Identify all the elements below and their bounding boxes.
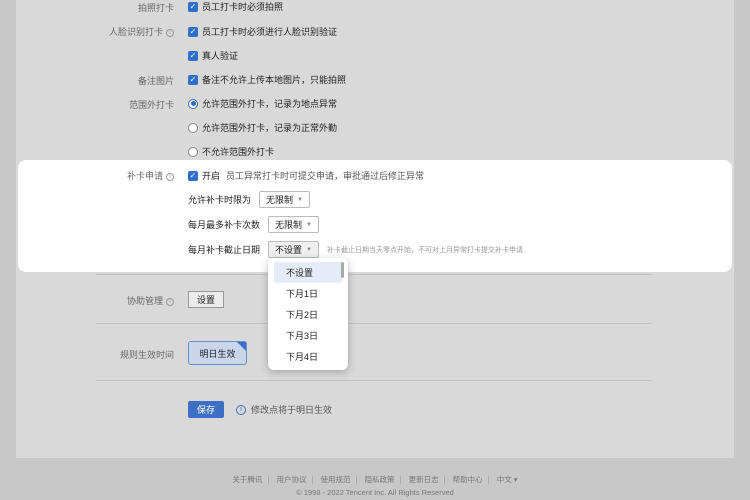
radio-label: 允许范围外打卡，记录为正常外勤 [202,123,338,133]
photo-punch-option: 员工打卡时必须拍照 [202,2,284,12]
save-button[interactable]: 保存 [188,401,224,418]
remark-photo-option: 备注不允许上传本地图片，只能拍照 [202,75,347,85]
effective-option-label: 明日生效 [199,348,236,359]
assist-row: 设置 [188,291,225,308]
divider [96,274,652,275]
remark-photo-checkbox-row[interactable]: ✓ 备注不允许上传本地图片，只能拍照 [188,73,346,86]
makeup-hint: 员工异常打卡时可提交申请，审批通过后修正异常 [226,171,425,181]
radio-icon[interactable] [188,146,198,157]
divider [96,323,652,324]
checkbox-checked-icon[interactable]: ✓ [188,50,198,61]
out-of-range-radio-3[interactable]: 不允许范围外打卡 [188,145,274,158]
chevron-down-icon: ▼ [306,246,312,253]
monthly-max-label: 每月最多补卡次数 [188,220,261,230]
dropdown-option[interactable]: 不设置 [274,262,342,283]
chevron-down-icon: ▼ [297,196,303,203]
deadline-select[interactable]: 不设置 ▼ [268,241,319,258]
footer-link[interactable]: 隐私政策 [365,475,395,484]
deadline-value: 不设置 [275,245,303,255]
checkbox-checked-icon[interactable]: ✓ [188,1,198,12]
selected-corner-icon [237,342,246,351]
assist-label: 协助管理 [126,296,163,306]
time-limit-label: 允许补卡时限为 [188,195,252,205]
makeup-label: 补卡申请 [126,171,163,181]
deadline-hint: 补卡截止日期当天零点开始，不可对上月异常打卡提交补卡申请 [326,246,523,254]
time-limit-select[interactable]: 无限制 ▼ [259,191,310,208]
checkbox-checked-icon[interactable]: ✓ [188,170,198,181]
out-of-range-label: 范围外打卡 [128,100,174,110]
copyright: © 1998 - 2022 Tencent Inc. All Rights Re… [296,488,454,497]
makeup-deadline-row: 每月补卡截止日期 不设置 ▼ 补卡截止日期当天零点开始，不可对上月异常打卡提交补卡… [188,241,523,258]
time-limit-value: 无限制 [266,195,294,205]
footer-link[interactable]: 关于腾讯 [232,475,262,484]
effective-option-card[interactable]: 明日生效 [188,341,247,365]
dropdown-option[interactable]: 下月3日 [268,325,348,346]
radio-label: 不允许范围外打卡 [202,147,275,157]
out-of-range-radio-2[interactable]: 允许范围外打卡，记录为正常外勤 [188,121,337,134]
info-icon[interactable]: i [166,172,174,181]
monthly-max-value: 无限制 [275,220,303,230]
info-icon[interactable]: i [166,28,174,37]
real-person-checkbox-row[interactable]: ✓ 真人验证 [188,49,238,62]
radio-label: 允许范围外打卡，记录为地点异常 [202,99,338,109]
deadline-dropdown-menu[interactable]: 不设置 下月1日 下月2日 下月3日 下月4日 [268,258,348,370]
divider [96,380,652,381]
effective-label: 规则生效时间 [119,350,174,360]
footer-link[interactable]: 更新日志 [409,475,439,484]
face-punch-option: 员工打卡时必须进行人脸识别验证 [202,27,338,37]
monthly-max-select[interactable]: 无限制 ▼ [268,216,319,233]
footer-links: 关于腾讯 | 用户协议 | 使用规范 | 隐私政策 | 更新日志 | 帮助中心 | 中文 ▾ [232,475,518,484]
scrollbar[interactable] [341,262,344,278]
info-icon: i [236,404,246,415]
remark-photo-label: 备注图片 [137,76,174,86]
deadline-label: 每月补卡截止日期 [188,245,261,255]
makeup-monthly-max-row: 每月最多补卡次数 无限制 ▼ [188,216,319,233]
footer-link[interactable]: 帮助中心 [453,475,483,484]
out-of-range-radio-1[interactable]: 允许范围外打卡，记录为地点异常 [188,97,337,110]
info-icon[interactable]: i [166,297,174,306]
save-hint: 修改点将于明日生效 [251,405,333,415]
makeup-time-limit-row: 允许补卡时限为 无限制 ▼ [188,191,310,208]
face-punch-label-wrap: 人脸识别打卡 i [14,25,174,38]
checkbox-checked-icon[interactable]: ✓ [188,74,198,85]
checkbox-checked-icon[interactable]: ✓ [188,26,198,37]
chevron-down-icon: ▼ [306,221,312,228]
face-punch-label: 人脸识别打卡 [108,27,163,37]
footer-link[interactable]: 使用规范 [321,475,351,484]
photo-punch-label: 拍照打卡 [137,3,174,13]
save-hint-wrap: i 修改点将于明日生效 [236,403,332,416]
face-punch-checkbox-row[interactable]: ✓ 员工打卡时必须进行人脸识别验证 [188,25,337,38]
assist-label-wrap: 协助管理 i [14,294,174,307]
dropdown-option[interactable]: 下月4日 [268,346,348,367]
radio-icon[interactable] [188,122,198,133]
footer-link[interactable]: 用户协议 [276,475,306,484]
makeup-enable-label: 开启 [202,171,221,181]
dropdown-option[interactable]: 下月1日 [268,283,348,304]
makeup-enable-row[interactable]: ✓ 开启 员工异常打卡时可提交申请，审批通过后修正异常 [188,169,424,182]
photo-punch-checkbox-row[interactable]: ✓ 员工打卡时必须拍照 [188,0,283,13]
makeup-label-wrap: 补卡申请 i [14,169,174,182]
language-select[interactable]: 中文 ▾ [497,475,518,484]
assist-settings-button[interactable]: 设置 [188,291,225,308]
dropdown-option[interactable]: 下月2日 [268,304,348,325]
real-person-option: 真人验证 [202,51,239,61]
radio-selected-icon[interactable] [188,98,198,109]
